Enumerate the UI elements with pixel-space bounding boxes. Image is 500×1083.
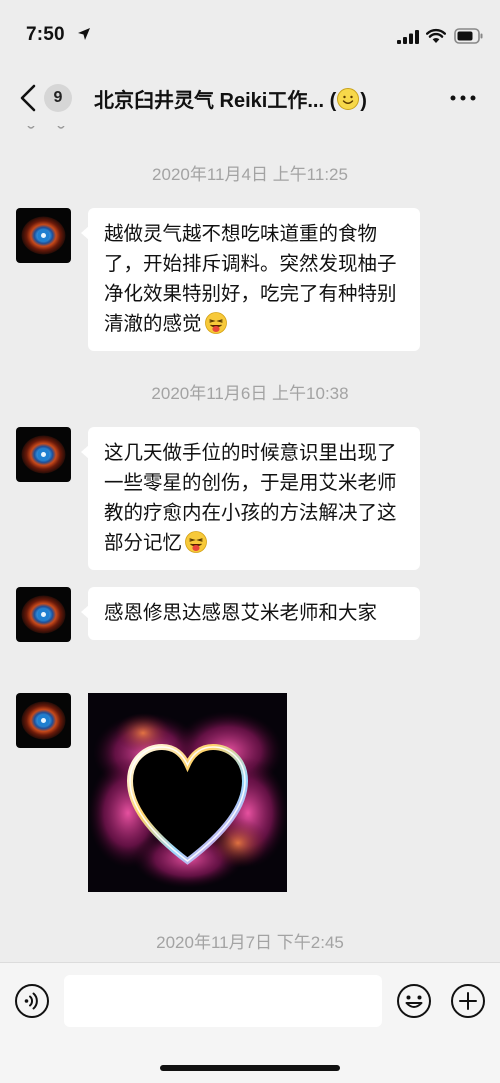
partial-reaction-icon [27,126,65,129]
battery-icon [454,28,483,44]
message-bubble[interactable]: 感恩修思达感恩艾米老师和大家 [81,587,420,640]
more-actions-button[interactable] [450,983,486,1019]
timestamp-divider: 2020年11月6日 上午10:38 [151,384,349,403]
message-text: 这几天做手位的时候意识里出现了一些零星的创伤，于是用艾米老师教的疗愈内在小孩的方… [104,442,397,554]
message-list[interactable]: 2020年11月4日 上午11:25 越做灵气越不想吃味道重的食物了，开始排斥调… [0,126,500,962]
status-bar: 7:50 [0,0,500,70]
avatar[interactable] [16,693,71,748]
signal-icon [397,30,419,44]
location-arrow-icon [78,28,90,40]
timestamp-divider: 2020年11月7日 下午2:45 [156,933,344,952]
message-bubble[interactable]: 这几天做手位的时候意识里出现了一些零星的创伤，于是用艾米老师教的疗愈内在小孩的方… [81,427,420,570]
chat-title-text: 北京臼井灵气 Reiki工作... [94,90,325,112]
home-indicator[interactable] [160,1065,340,1071]
tongue-wink-emoji-icon [204,312,227,334]
chat-title[interactable]: 北京臼井灵气 Reiki工作... ( ) [94,84,424,113]
more-options-button[interactable] [448,86,478,110]
chat-title-paren-open: ( [324,90,337,112]
back-button[interactable] [14,80,44,116]
message-bubble[interactable]: 越做灵气越不想吃味道重的食物了，开始排斥调料。突然发现柚子净化效果特别好，吃完了… [81,208,420,351]
input-bar [0,962,500,1083]
avatar[interactable] [16,208,71,263]
emoji-button[interactable] [396,983,432,1019]
image-message[interactable] [88,693,287,892]
avatar[interactable] [16,427,71,482]
nebula-eye-avatar [16,587,71,642]
smiley-emoji-icon [337,88,360,110]
tongue-wink-emoji-icon [185,531,207,553]
nebula-eye-avatar [16,427,71,482]
unread-count-badge: 9 [44,84,72,112]
wifi-icon [426,28,446,43]
message-text: 越做灵气越不想吃味道重的食物了，开始排斥调料。突然发现柚子净化效果特别好，吃完了… [104,223,397,335]
chat-header: 9 北京臼井灵气 Reiki工作... ( ) [0,70,500,126]
message-text: 感恩修思达感恩艾米老师和大家 [104,602,378,624]
glowing-heart-image [88,693,287,892]
message-input[interactable] [64,975,382,1027]
status-time: 7:50 [26,24,65,45]
nebula-eye-avatar [16,208,71,263]
voice-input-button[interactable] [14,983,50,1019]
timestamp-divider: 2020年11月4日 上午11:25 [152,165,348,184]
avatar[interactable] [16,587,71,642]
chat-title-paren-close: ) [360,90,367,112]
nebula-eye-avatar [16,693,71,748]
